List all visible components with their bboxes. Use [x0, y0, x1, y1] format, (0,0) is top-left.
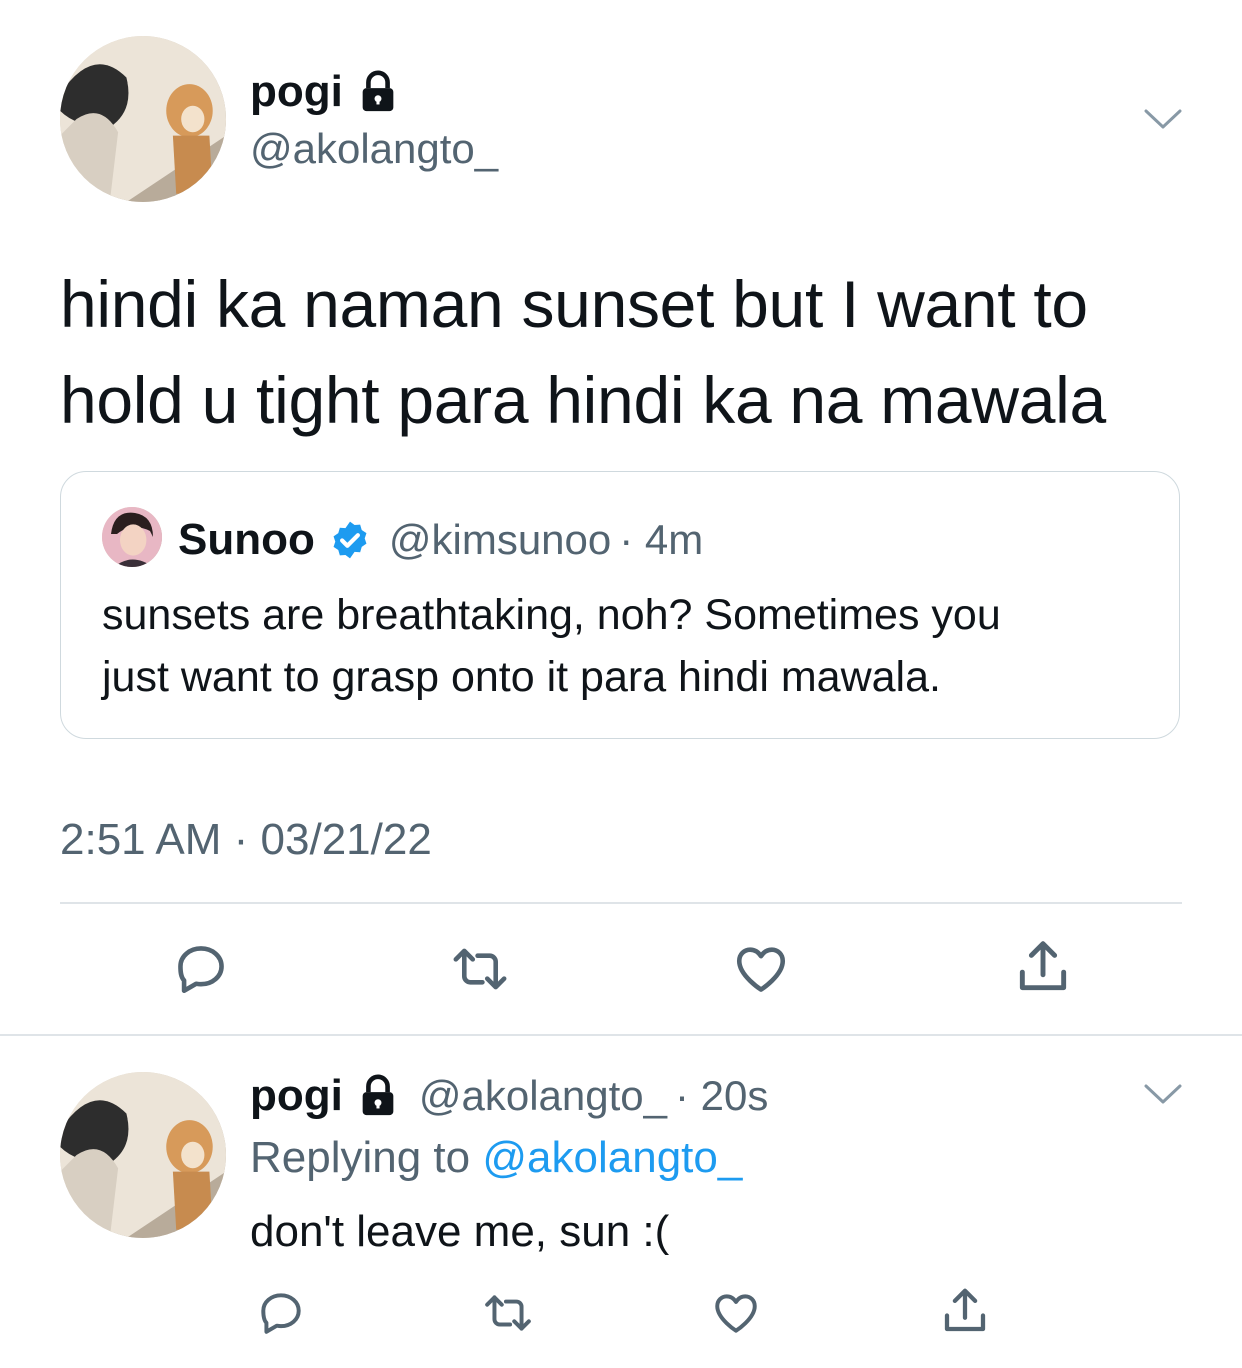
reply-icon	[261, 1293, 301, 1334]
reply-button[interactable]	[172, 940, 230, 998]
main-tweet-line-2: hold u tight para hindi ka na mawala	[60, 363, 1106, 437]
like-button[interactable]	[731, 940, 791, 998]
quoted-author[interactable]: Sunoo @kimsunoo · 4m	[178, 512, 703, 568]
chevron-down-icon[interactable]	[1143, 1082, 1183, 1111]
main-tweet-line-1: hindi ka naman sunset but I want to	[60, 267, 1088, 341]
retweet-icon	[453, 948, 507, 990]
reply-author-name: pogi	[250, 1071, 343, 1120]
quoted-tweet-line-2: just want to grasp onto it para hindi ma…	[102, 653, 941, 701]
quoted-author-name: Sunoo	[178, 515, 315, 564]
main-author[interactable]: pogi	[250, 62, 401, 122]
verified-badge-icon	[329, 519, 371, 561]
reply-tweet-time: · 20s	[675, 1072, 769, 1119]
reply-icon	[178, 946, 224, 994]
replying-to-handle[interactable]: @akolangto_	[482, 1133, 742, 1182]
lock-icon	[355, 1073, 401, 1119]
main-author-name: pogi	[250, 67, 343, 116]
like-button[interactable]	[710, 1288, 762, 1338]
reply-author[interactable]: pogi @akolangto_ · 20s	[250, 1066, 768, 1126]
replying-to: Replying to @akolangto_	[250, 1130, 742, 1186]
share-icon	[944, 1288, 986, 1332]
reply-author-handle: @akolangto_	[418, 1072, 668, 1119]
main-avatar[interactable]	[60, 36, 226, 202]
like-icon	[736, 947, 786, 992]
reply-button[interactable]	[256, 1288, 306, 1338]
retweet-button[interactable]	[480, 1288, 536, 1338]
share-button[interactable]	[938, 1284, 992, 1338]
share-icon	[1019, 941, 1067, 991]
quoted-tweet-line-1: sunsets are breathtaking, noh? Sometimes…	[102, 591, 1001, 639]
tweet-separator	[0, 1034, 1242, 1036]
reply-avatar[interactable]	[60, 1072, 226, 1238]
chevron-down-icon[interactable]	[1143, 107, 1183, 136]
divider	[60, 902, 1182, 904]
share-button[interactable]	[1012, 936, 1074, 998]
retweet-button[interactable]	[448, 940, 512, 998]
quoted-tweet-time: · 4m	[619, 516, 704, 563]
quoted-tweet-text: sunsets are breathtaking, noh? Sometimes…	[102, 584, 1001, 708]
main-tweet-timestamp[interactable]: 2:51 AM · 03/21/22	[60, 812, 432, 868]
quoted-author-handle: @kimsunoo	[388, 516, 612, 563]
like-icon	[715, 1294, 757, 1333]
replying-to-prefix: Replying to	[250, 1133, 471, 1182]
main-tweet-text: hindi ka naman sunset but I want to hold…	[60, 256, 1106, 448]
quoted-avatar[interactable]	[102, 507, 162, 567]
main-author-handle[interactable]: @akolangto_	[250, 124, 498, 174]
lock-icon	[355, 69, 401, 115]
retweet-icon	[485, 1295, 531, 1331]
reply-tweet-text: don't leave me, sun :(	[250, 1207, 670, 1256]
